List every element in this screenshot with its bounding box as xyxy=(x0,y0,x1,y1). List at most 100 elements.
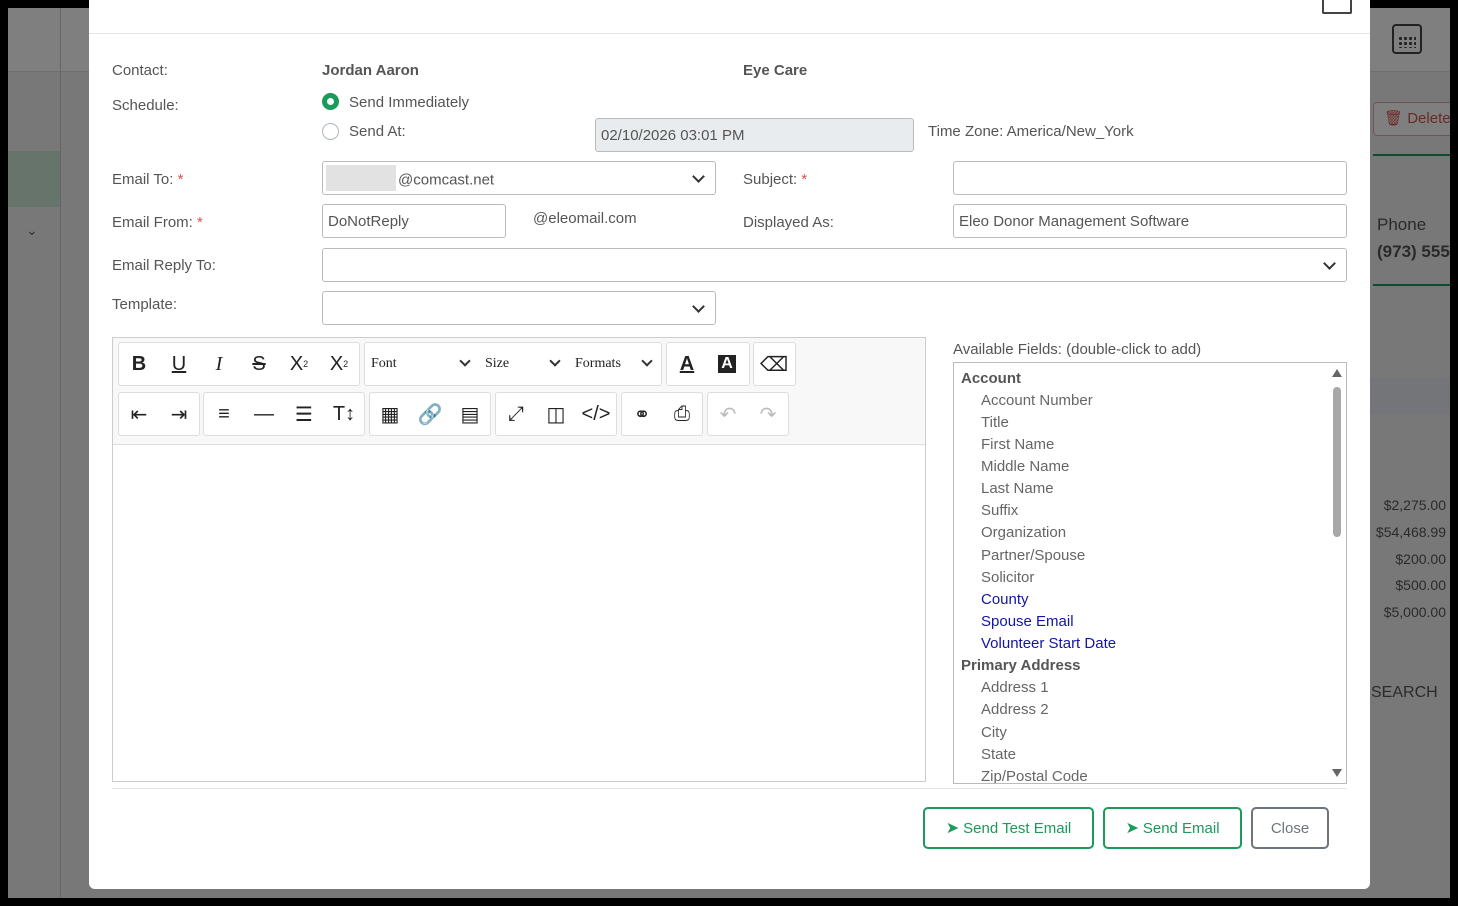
field-item[interactable]: Last Name xyxy=(981,480,1054,497)
displayed-as-input[interactable]: Eleo Donor Management Software xyxy=(953,204,1347,238)
dialog-header xyxy=(89,0,1370,34)
send-email-button[interactable]: ➤ Send Email xyxy=(1103,807,1242,849)
formats-select[interactable]: Formats xyxy=(569,343,661,385)
send-test-email-label: Send Test Email xyxy=(963,819,1072,837)
field-item[interactable]: Organization xyxy=(981,524,1066,541)
subject-label: Subject: * xyxy=(743,171,807,188)
toolbar-group-clear: ⌫ xyxy=(753,342,796,386)
background-color-icon[interactable]: A xyxy=(707,343,747,385)
field-group-primary-address: Primary Address xyxy=(961,657,1081,674)
font-select-label: Font xyxy=(371,356,397,371)
email-to-value: @comcast.net xyxy=(398,171,495,189)
toolbar-group-misc: ⚭ ⎙ xyxy=(621,392,703,436)
send-at-label: Send At: xyxy=(349,123,406,140)
redacted-email-user xyxy=(326,165,396,191)
scrollbar-thumb[interactable] xyxy=(1333,387,1341,537)
field-item[interactable]: Account Number xyxy=(981,392,1093,409)
subject-label-text: Subject: xyxy=(743,171,798,188)
custom-field-item[interactable]: County xyxy=(981,591,1029,608)
horizontal-rule-icon[interactable]: — xyxy=(244,393,284,435)
undo-icon[interactable]: ↶ xyxy=(708,393,748,435)
indent-icon[interactable]: ⇥ xyxy=(159,393,199,435)
toolbar-group-view: ⤢ ◫ </> xyxy=(495,392,617,436)
scroll-down-icon[interactable] xyxy=(1332,769,1342,777)
schedule-label: Schedule: xyxy=(112,97,179,114)
close-button-label: Close xyxy=(1270,819,1310,837)
bold-icon[interactable]: B xyxy=(119,343,159,385)
send-email-label: Send Email xyxy=(1142,819,1220,837)
required-mark: * xyxy=(177,171,184,188)
contact-label: Contact: xyxy=(112,62,168,79)
chevron-down-icon xyxy=(1323,257,1336,270)
close-icon[interactable] xyxy=(1322,0,1352,14)
send-test-email-button[interactable]: ➤ Send Test Email xyxy=(923,807,1094,849)
template-select[interactable] xyxy=(322,291,716,325)
underline-icon[interactable]: U xyxy=(159,343,199,385)
footer-divider xyxy=(112,788,1347,789)
field-item[interactable]: City xyxy=(981,724,1007,741)
close-button[interactable]: Close xyxy=(1251,807,1329,849)
field-item[interactable]: Suffix xyxy=(981,502,1018,519)
font-color-icon[interactable]: A xyxy=(667,343,707,385)
eraser-icon[interactable]: ⌫ xyxy=(754,343,794,385)
link-icon[interactable]: 🔗 xyxy=(410,393,450,435)
preview-icon[interactable]: ⚭ xyxy=(622,393,662,435)
size-select[interactable]: Size xyxy=(479,343,569,385)
fullscreen-icon[interactable]: ⤢ xyxy=(496,393,536,435)
outdent-icon[interactable]: ⇤ xyxy=(119,393,159,435)
field-item[interactable]: Title xyxy=(981,414,1009,431)
template-label: Template: xyxy=(112,296,178,313)
available-fields-heading: Available Fields: (double-click to add) xyxy=(953,341,1202,358)
toolbar-group-paragraph: ≡ — ☰ T↕ xyxy=(203,392,365,436)
field-item[interactable]: First Name xyxy=(981,436,1054,453)
field-item[interactable]: State xyxy=(981,746,1016,763)
email-to-select[interactable]: @comcast.net xyxy=(322,161,716,195)
fields-scrollbar[interactable] xyxy=(1328,363,1346,783)
email-reply-to-label: Email Reply To: xyxy=(112,257,216,274)
code-view-icon[interactable]: </> xyxy=(576,393,616,435)
required-mark: * xyxy=(801,171,808,188)
toolbar-group-text-style: B U I S X2 X2 xyxy=(118,342,360,386)
align-left-icon[interactable]: ≡ xyxy=(204,393,244,435)
italic-icon[interactable]: I xyxy=(199,343,239,385)
show-blocks-icon[interactable]: ◫ xyxy=(536,393,576,435)
line-height-icon[interactable]: T↕ xyxy=(324,393,364,435)
subject-input[interactable] xyxy=(953,161,1347,195)
redo-icon[interactable]: ↷ xyxy=(748,393,788,435)
formats-select-label: Formats xyxy=(575,356,621,371)
subscript-icon[interactable]: X2 xyxy=(279,343,319,385)
print-icon[interactable]: ⎙ xyxy=(662,393,702,435)
image-icon[interactable]: ▤ xyxy=(450,393,490,435)
ordered-list-icon[interactable]: ☰ xyxy=(284,393,324,435)
chevron-down-icon xyxy=(692,300,705,313)
strikethrough-icon[interactable]: S xyxy=(239,343,279,385)
font-select[interactable]: Font xyxy=(365,343,479,385)
send-at-datetime-input[interactable]: 02/10/2026 03:01 PM xyxy=(595,118,914,152)
field-item[interactable]: Solicitor xyxy=(981,569,1034,586)
editor-toolbar: B U I S X2 X2 Font Size Formats A A ⌫ ⇤ xyxy=(113,338,925,445)
size-select-label: Size xyxy=(485,356,510,371)
field-item[interactable]: Address 2 xyxy=(981,701,1049,718)
toolbar-group-history: ↶ ↷ xyxy=(707,392,789,436)
email-reply-to-select[interactable] xyxy=(322,248,1347,282)
table-icon[interactable]: ▦ xyxy=(370,393,410,435)
chevron-down-icon xyxy=(459,355,471,367)
field-item[interactable]: Middle Name xyxy=(981,458,1069,475)
field-item[interactable]: Partner/Spouse xyxy=(981,547,1085,564)
field-item[interactable]: Address 1 xyxy=(981,679,1049,696)
send-immediately-label: Send Immediately xyxy=(349,94,470,111)
custom-field-item[interactable]: Spouse Email xyxy=(981,613,1074,630)
email-body-editor[interactable]: B U I S X2 X2 Font Size Formats A A ⌫ ⇤ xyxy=(112,337,926,782)
scroll-up-icon[interactable] xyxy=(1332,369,1342,377)
available-fields-list[interactable]: Account Account Number Title First Name … xyxy=(953,362,1347,784)
email-to-label: Email To: * xyxy=(112,171,183,188)
superscript-icon[interactable]: X2 xyxy=(319,343,359,385)
email-from-input[interactable]: DoNotReply xyxy=(322,204,506,238)
toolbar-group-insert: ▦ 🔗 ▤ xyxy=(369,392,491,436)
chevron-down-icon xyxy=(641,355,653,367)
field-item[interactable]: Zip/Postal Code xyxy=(981,768,1088,783)
send-immediately-radio[interactable] xyxy=(322,93,339,110)
chevron-down-icon xyxy=(549,355,561,367)
custom-field-item[interactable]: Volunteer Start Date xyxy=(981,635,1116,652)
send-at-radio[interactable] xyxy=(322,123,339,140)
